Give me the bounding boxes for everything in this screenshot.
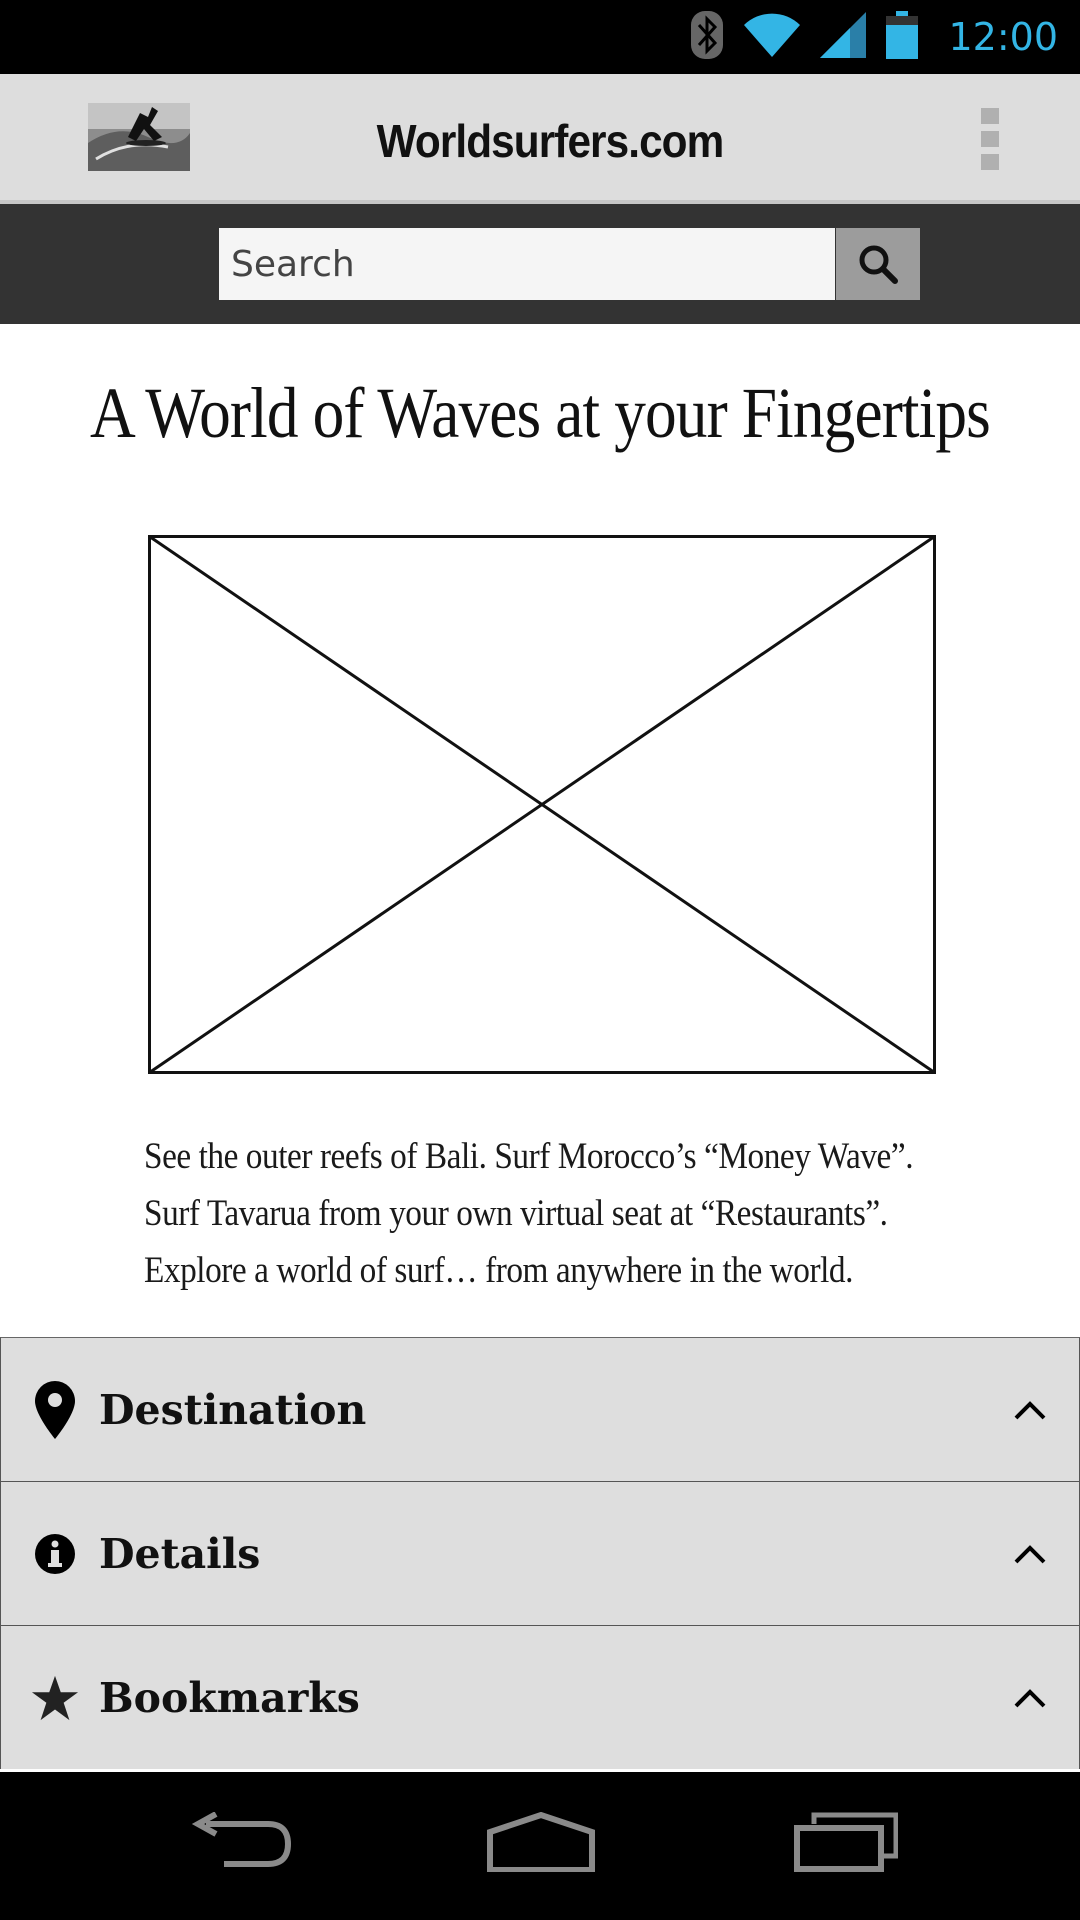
- star-icon: [31, 1669, 79, 1727]
- app-header: Worldsurfers.com: [0, 74, 1080, 204]
- accordion-item-destination[interactable]: Destination: [0, 1337, 1080, 1481]
- accordion-label: Bookmarks: [99, 1673, 360, 1722]
- accordion-label: Details: [99, 1529, 261, 1578]
- app-title: Worldsurfers.com: [376, 115, 725, 167]
- search-bar: [0, 204, 1080, 324]
- status-icons: 12:00: [690, 0, 1058, 74]
- cell-signal-icon: [820, 11, 867, 63]
- description-line: Surf Tavarua from your own virtual seat …: [144, 1193, 888, 1234]
- description-text: See the outer reefs of Bali. Surf Morocc…: [144, 1128, 1004, 1299]
- status-bar: 12:00: [0, 0, 1080, 74]
- accordion: Destination Details Bookmarks: [0, 1337, 1080, 1769]
- home-icon[interactable]: [486, 1811, 596, 1877]
- info-icon: [31, 1525, 79, 1583]
- bluetooth-icon: [690, 10, 724, 65]
- description-line: See the outer reefs of Bali. Surf Morocc…: [144, 1136, 914, 1177]
- status-time: 12:00: [948, 15, 1058, 59]
- accordion-item-details[interactable]: Details: [0, 1481, 1080, 1625]
- system-nav-bar: [0, 1772, 1080, 1920]
- recent-apps-icon[interactable]: [794, 1812, 899, 1877]
- wifi-icon: [744, 13, 801, 62]
- chevron-up-icon: [1014, 1544, 1046, 1563]
- chevron-up-icon: [1014, 1688, 1046, 1707]
- search-input[interactable]: [219, 228, 835, 300]
- battery-icon: [886, 10, 919, 64]
- chevron-up-icon: [1014, 1400, 1046, 1419]
- back-icon[interactable]: [188, 1811, 292, 1877]
- image-placeholder: [148, 535, 936, 1074]
- overflow-menu-icon[interactable]: [978, 108, 1002, 170]
- description-line: Explore a world of surf… from anywhere i…: [144, 1250, 853, 1291]
- page-headline: A World of Waves at your Fingertips: [90, 373, 991, 453]
- search-icon: [859, 245, 898, 284]
- search-button[interactable]: [836, 228, 920, 300]
- map-pin-icon: [31, 1380, 79, 1439]
- accordion-label: Destination: [99, 1385, 367, 1434]
- accordion-item-bookmarks[interactable]: Bookmarks: [0, 1625, 1080, 1769]
